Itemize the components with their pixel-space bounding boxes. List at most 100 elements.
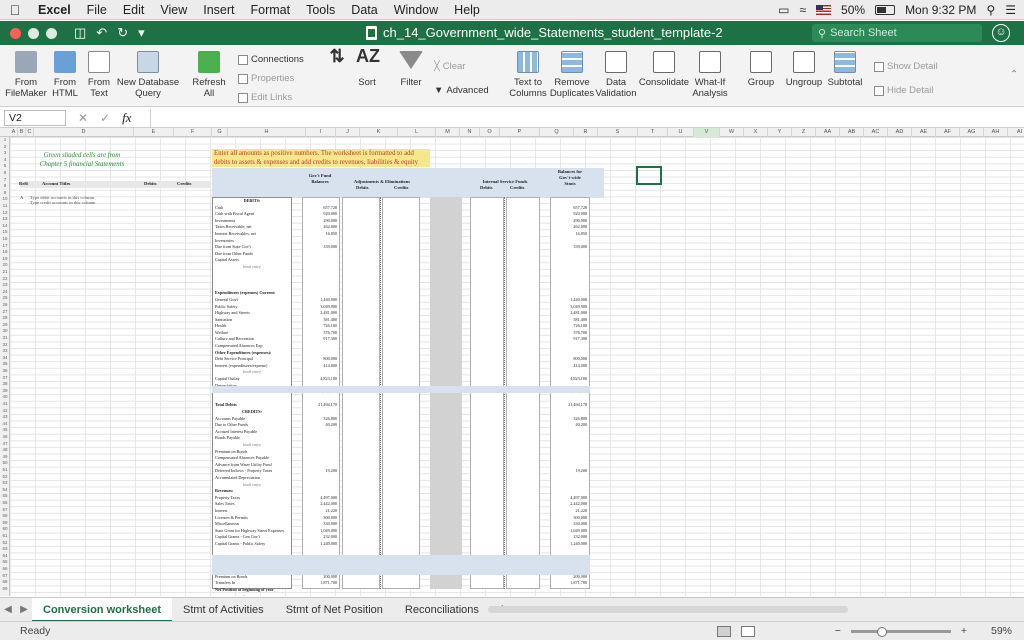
maximize-window-button[interactable] [46, 27, 57, 39]
account-title-cell[interactable]: Revenues: [213, 488, 291, 495]
row-header[interactable]: 27 [0, 309, 10, 316]
column-header[interactable]: E [134, 128, 174, 137]
sidebar-toggle-icon[interactable]: ◫ [74, 25, 86, 41]
row-header[interactable]: 9 [0, 190, 10, 197]
column-header[interactable]: AH [984, 128, 1008, 137]
row-header[interactable]: 16 [0, 236, 10, 243]
column-header[interactable]: Y [768, 128, 792, 137]
row-header[interactable]: 12 [0, 210, 10, 217]
amount-cell[interactable] [551, 396, 589, 403]
prev-sheet-icon[interactable]: ◀ [0, 604, 16, 615]
account-title-cell[interactable]: diners entry [213, 594, 291, 596]
amount-cell[interactable]: 1,871,700 [303, 580, 339, 587]
account-title-cell[interactable] [213, 547, 291, 554]
collapse-ribbon-icon[interactable]: ⌃ [1010, 69, 1018, 80]
apple-icon[interactable]:  [0, 2, 30, 18]
insert-function-button[interactable]: fx [122, 110, 131, 126]
from-html-button[interactable]: From HTML [48, 51, 82, 99]
row-header[interactable]: 56 [0, 500, 10, 507]
row-header[interactable]: 62 [0, 540, 10, 547]
amount-cell[interactable]: 326,800 [551, 416, 589, 423]
amount-cell[interactable]: 657,728 [303, 205, 339, 212]
account-title-cell[interactable]: Total Debits [213, 402, 291, 409]
account-title-cell[interactable]: Taxes Receivable, net [213, 224, 291, 231]
connections-button[interactable]: Connections [238, 54, 304, 65]
advanced-filter-button[interactable]: ▼ Advanced [434, 85, 489, 96]
amount-cell[interactable]: 290,000 [551, 218, 589, 225]
wifi-icon[interactable]: ≈ [799, 3, 806, 17]
text-to-columns-button[interactable]: Text to Columns [506, 51, 550, 99]
amount-cell[interactable] [303, 429, 339, 436]
row-header[interactable]: 17 [0, 243, 10, 250]
amount-cell[interactable]: 581,400 [551, 317, 589, 324]
amount-cell[interactable]: 4,497,000 [551, 495, 589, 502]
amount-cell[interactable]: 414,000 [551, 363, 589, 370]
amount-cell[interactable]: 330,000 [551, 521, 589, 528]
amount-cell[interactable] [303, 442, 339, 449]
account-title-cell[interactable]: Due from Other Funds [213, 251, 291, 258]
column-header[interactable]: W [720, 128, 744, 137]
amount-cell[interactable]: 1,440,000 [551, 297, 589, 304]
row-header[interactable]: 11 [0, 203, 10, 210]
amount-cell[interactable] [551, 284, 589, 291]
row-header[interactable]: 63 [0, 546, 10, 553]
amount-cell[interactable]: 339,000 [303, 244, 339, 251]
account-title-cell[interactable]: Accrued Interest Payable [213, 429, 291, 436]
account-title-cell[interactable]: Property Taxes [213, 495, 291, 502]
account-title-cell[interactable]: Interest (expenditures/expense) [213, 363, 291, 370]
row-header[interactable]: 49 [0, 454, 10, 461]
row-header[interactable]: 31 [0, 335, 10, 342]
amount-cell[interactable] [551, 455, 589, 462]
amount-cell[interactable] [303, 238, 339, 245]
amount-cell[interactable] [551, 271, 589, 278]
spreadsheet-grid[interactable]: A B C D E F G H I J K L M N O P Q R S T U V W X Y Z AA AB AC AD AE AF AG… [0, 128, 1024, 596]
account-title-cell[interactable]: State Grant for Highway Street Expenses [213, 528, 291, 535]
account-title-cell[interactable]: Sales Taxes [213, 501, 291, 508]
amount-cell[interactable]: 4,823,100 [551, 376, 589, 383]
amount-cell[interactable] [303, 475, 339, 482]
amount-cell[interactable] [551, 488, 589, 495]
amount-cell[interactable]: 262,000 [303, 224, 339, 231]
menu-tools[interactable]: Tools [298, 3, 343, 17]
row-header[interactable]: 25 [0, 295, 10, 302]
column-header[interactable]: G [212, 128, 228, 137]
amount-cell[interactable] [303, 488, 339, 495]
account-title-cell[interactable]: Capital Grants - Public Safety [213, 541, 291, 548]
column-header[interactable]: U [668, 128, 694, 137]
column-header[interactable]: B [18, 128, 26, 137]
account-title-cell[interactable]: book entry [213, 369, 291, 376]
amount-cell[interactable]: 1,049,000 [303, 528, 339, 535]
amount-cell[interactable]: 339,000 [551, 244, 589, 251]
row-header[interactable]: 28 [0, 315, 10, 322]
row-header[interactable]: 38 [0, 381, 10, 388]
column-header[interactable]: AB [840, 128, 864, 137]
show-detail-button[interactable]: Show Detail [874, 61, 938, 72]
amount-cell[interactable]: 290,000 [303, 218, 339, 225]
account-title-cell[interactable]: Transfers In [213, 580, 291, 587]
account-title-cell[interactable]: Net Position at beginning of year [213, 587, 291, 594]
amount-cell[interactable]: 376,700 [551, 330, 589, 337]
amount-cell[interactable]: 2,442,000 [303, 501, 339, 508]
row-header[interactable]: 41 [0, 401, 10, 408]
row-header[interactable]: 32 [0, 342, 10, 349]
amount-cell[interactable]: 232,000 [551, 534, 589, 541]
amount-cell[interactable] [303, 350, 339, 357]
column-header[interactable]: C [26, 128, 34, 137]
row-header[interactable]: 57 [0, 507, 10, 514]
row-header[interactable]: 26 [0, 302, 10, 309]
clock[interactable]: Mon 9:32 PM [905, 3, 976, 17]
row-header[interactable]: 1 [0, 137, 10, 144]
row-header[interactable]: 65 [0, 559, 10, 566]
menu-insert[interactable]: Insert [195, 3, 242, 17]
column-header[interactable]: H [228, 128, 306, 137]
account-title-cell[interactable]: Bonds Payable [213, 435, 291, 442]
amount-cell[interactable]: 262,000 [551, 224, 589, 231]
amount-cell[interactable] [303, 547, 339, 554]
column-header[interactable]: K [360, 128, 398, 137]
account-title-cell[interactable]: Accumulated Depreciation [213, 475, 291, 482]
row-header[interactable]: 5 [0, 163, 10, 170]
amount-cell[interactable]: 414,000 [303, 363, 339, 370]
row-header[interactable]: 3 [0, 150, 10, 157]
group-button[interactable]: Group [744, 51, 778, 88]
menu-view[interactable]: View [152, 3, 195, 17]
